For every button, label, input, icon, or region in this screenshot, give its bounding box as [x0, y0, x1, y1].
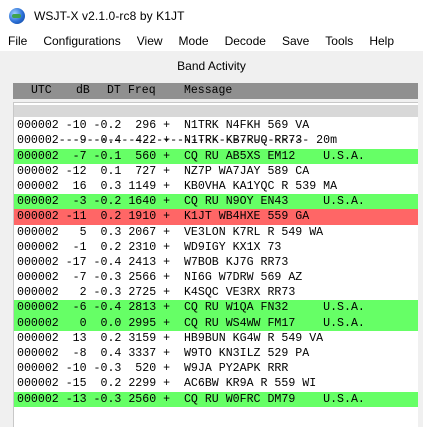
window-title: WSJT-X v2.1.0-rc8 by K1JT: [34, 8, 185, 23]
decode-row[interactable]: 000002 -7 -0.3 2566 + NI6G W7DRW 569 AZ: [14, 270, 418, 285]
decode-row[interactable]: 000002 5 0.3 2067 + VE3LON K7RL R 549 WA: [14, 225, 418, 240]
decode-row[interactable]: 000002 -1 0.2 2310 + WD9IGY KX1X 73: [14, 240, 418, 255]
decode-row[interactable]: 000002 13 0.2 3159 + HB9BUN KG4W R 549 V…: [14, 331, 418, 346]
decode-row-my-call[interactable]: 000002 -11 0.2 1910 + K1JT WB4HXE 559 GA: [14, 209, 418, 225]
menu-mode[interactable]: Mode: [171, 31, 217, 51]
menu-file[interactable]: File: [0, 31, 35, 51]
decode-row[interactable]: 000002 -17 -0.4 2413 + W7BOB KJ7G RR73: [14, 255, 418, 270]
decode-row-cq[interactable]: 000002 -7 -0.1 560 + CQ RU AB5XS EM12 U.…: [14, 148, 418, 164]
menu-decode[interactable]: Decode: [217, 31, 274, 51]
column-db: dB: [76, 84, 90, 97]
decode-row[interactable]: 000002 2 -0.3 2725 + K4SQC VE3RX RR73: [14, 285, 418, 300]
column-freq: Freq: [128, 84, 156, 97]
wsjtx-app-icon: [9, 7, 25, 24]
decode-row[interactable]: 000002 -15 0.2 2299 + AC6BW KR9A R 559 W…: [14, 376, 418, 391]
decode-row[interactable]: 000002 -8 0.4 3337 + W9TO KN3ILZ 529 PA: [14, 346, 418, 361]
decode-row[interactable]: 000002 -12 0.1 727 + NZ7P WA7JAY 589 CA: [14, 164, 418, 179]
column-utc: UTC: [31, 84, 52, 97]
decode-row[interactable]: 000002 -9 -0.4 422 + N1TRK KB7RUQ RR73: [14, 133, 418, 148]
title-bar: WSJT-X v2.1.0-rc8 by K1JT: [0, 0, 423, 31]
decode-row-cq[interactable]: 000002 -6 -0.4 2813 + CQ RU W1QA FN32 U.…: [14, 300, 418, 316]
decode-row[interactable]: 000002 16 0.3 1149 + KB0VHA KA1YQC R 539…: [14, 179, 418, 194]
band-activity-title: Band Activity: [177, 59, 246, 73]
band-separator-bar: [14, 105, 418, 117]
decode-row-cq[interactable]: 000002 -3 -0.2 1640 + CQ RU N9OY EN43 U.…: [14, 194, 418, 210]
menu-bar: File Configurations View Mode Decode Sav…: [0, 31, 423, 51]
decode-row-cq[interactable]: 000002 -13 -0.3 2560 + CQ RU W0FRC DM79 …: [14, 391, 418, 407]
column-message: Message: [184, 84, 233, 97]
column-dt: DT: [107, 84, 121, 97]
menu-tools[interactable]: Tools: [317, 31, 361, 51]
main-panel: Band Activity UTC dB DT Freq Message ---…: [0, 51, 423, 427]
band-activity-list[interactable]: ------------------------------------ 20m…: [13, 102, 418, 427]
decode-row[interactable]: 000002 -10 -0.2 296 + N1TRK N4FKH 569 VA: [14, 118, 418, 133]
band-separator: ------------------------------------ 20m: [14, 103, 418, 147]
band-activity-column-header: UTC dB DT Freq Message: [13, 83, 418, 99]
menu-save[interactable]: Save: [274, 31, 317, 51]
decode-row-cq[interactable]: 000002 0 0.0 2995 + CQ RU WS4WW FM17 U.S…: [14, 315, 418, 331]
menu-help[interactable]: Help: [361, 31, 402, 51]
menu-view[interactable]: View: [129, 31, 171, 51]
decode-row[interactable]: 000002 -10 -0.3 520 + W9JA PY2APK RRR: [14, 361, 418, 376]
menu-configurations[interactable]: Configurations: [35, 31, 128, 51]
